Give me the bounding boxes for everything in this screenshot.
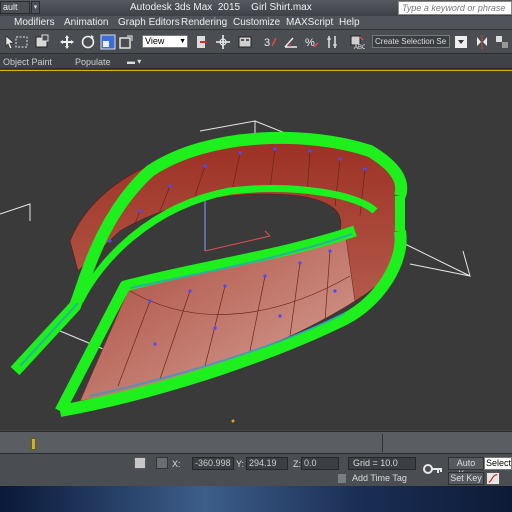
grid-size-readout: Grid = 10.0 (348, 457, 416, 470)
mirror-icon[interactable] (474, 34, 490, 50)
use-pivot-center-icon[interactable] (194, 34, 210, 50)
auto-key-button[interactable]: Auto Key (448, 457, 484, 479)
reference-coordinate-label: View (145, 36, 165, 46)
x-coordinate-field[interactable]: -360.998 (192, 457, 234, 470)
menu-help[interactable]: Help (339, 17, 360, 29)
chevron-down-icon: ▼ (179, 38, 186, 45)
time-tag-icon (338, 474, 346, 483)
key-filter-dropdown[interactable]: Selected (484, 457, 512, 470)
svg-text:ABC: ABC (354, 45, 365, 50)
angle-snap-icon[interactable] (283, 34, 299, 50)
main-toolbar: View ▼ 3 % ABC Create Selection Se (0, 30, 512, 54)
menu-rendering[interactable]: Rendering (181, 17, 227, 29)
ribbon-options-icon[interactable]: ▬ ▾ (127, 57, 141, 66)
snap-icon[interactable]: 3 (262, 34, 278, 50)
manipulate-icon[interactable] (215, 34, 231, 50)
perspective-viewport[interactable] (0, 70, 512, 430)
svg-text:3: 3 (264, 37, 270, 49)
selection-set-dropdown-icon[interactable] (454, 34, 470, 50)
search-input[interactable]: Type a keyword or phrase (398, 1, 512, 15)
status-bar: X: -360.998 Y: 294.19 Z: 0.0 Grid = 10.0… (0, 453, 512, 486)
rotate-icon[interactable] (80, 34, 96, 50)
menu-graph-editors[interactable]: Graph Editors (118, 17, 180, 29)
scale-icon[interactable] (100, 34, 116, 50)
menu-modifiers[interactable]: Modifiers (14, 17, 55, 29)
y-label: Y: (236, 459, 245, 469)
tab-populate[interactable]: Populate (75, 57, 111, 67)
z-label: Z: (293, 459, 301, 469)
add-time-tag-button[interactable]: Add Time Tag (348, 473, 416, 485)
key-icon[interactable] (422, 462, 444, 476)
desktop-background (0, 486, 512, 512)
window-crossing-icon[interactable] (34, 34, 50, 50)
absolute-mode-icon[interactable] (156, 457, 168, 469)
title-bar: ault ▾ Autodesk 3ds Max 2015 Girl Shirt.… (0, 0, 512, 16)
menu-customize[interactable]: Customize (233, 17, 280, 29)
tab-object-paint[interactable]: Object Paint (3, 57, 52, 67)
time-slider-track[interactable] (0, 431, 512, 453)
keyboard-shortcut-icon[interactable] (237, 34, 253, 50)
set-key-button[interactable]: Set Key (448, 472, 484, 485)
ribbon-tabs: Object Paint Populate ▬ ▾ (0, 55, 512, 69)
pivot-icon[interactable] (118, 34, 134, 50)
menu-bar: Modifiers Animation Graph Editors Render… (0, 16, 512, 30)
edit-named-sel-icon[interactable]: ABC (349, 34, 365, 50)
reference-coordinate-select[interactable]: View ▼ (142, 35, 188, 48)
transform-gizmo (204, 191, 271, 252)
svg-text:%: % (305, 37, 315, 49)
menu-animation[interactable]: Animation (64, 17, 108, 29)
lock-icon[interactable] (134, 457, 146, 469)
y-coordinate-field[interactable]: 294.19 (246, 457, 288, 470)
world-origin-marker (231, 419, 235, 423)
x-label: X: (172, 459, 181, 469)
named-selection-set-select[interactable]: Create Selection Se (372, 35, 450, 48)
percent-snap-icon[interactable]: % (304, 34, 320, 50)
menu-maxscript[interactable]: MAXScript (286, 17, 333, 29)
curve-icon[interactable] (486, 472, 500, 485)
spinner-snap-icon[interactable] (325, 34, 341, 50)
shirt-collar-model (0, 120, 471, 423)
z-coordinate-field[interactable]: 0.0 (301, 457, 339, 470)
move-icon[interactable] (59, 34, 75, 50)
time-slider-handle[interactable] (31, 438, 36, 450)
align-icon[interactable] (494, 34, 510, 50)
rect-select-icon[interactable] (14, 34, 30, 50)
frame-marker (382, 434, 383, 452)
workspace-dropdown-icon[interactable]: ▾ (31, 1, 40, 14)
workspace-selector[interactable]: ault (0, 1, 30, 14)
app-title: Autodesk 3ds Max 2015 Girl Shirt.max (130, 2, 312, 13)
